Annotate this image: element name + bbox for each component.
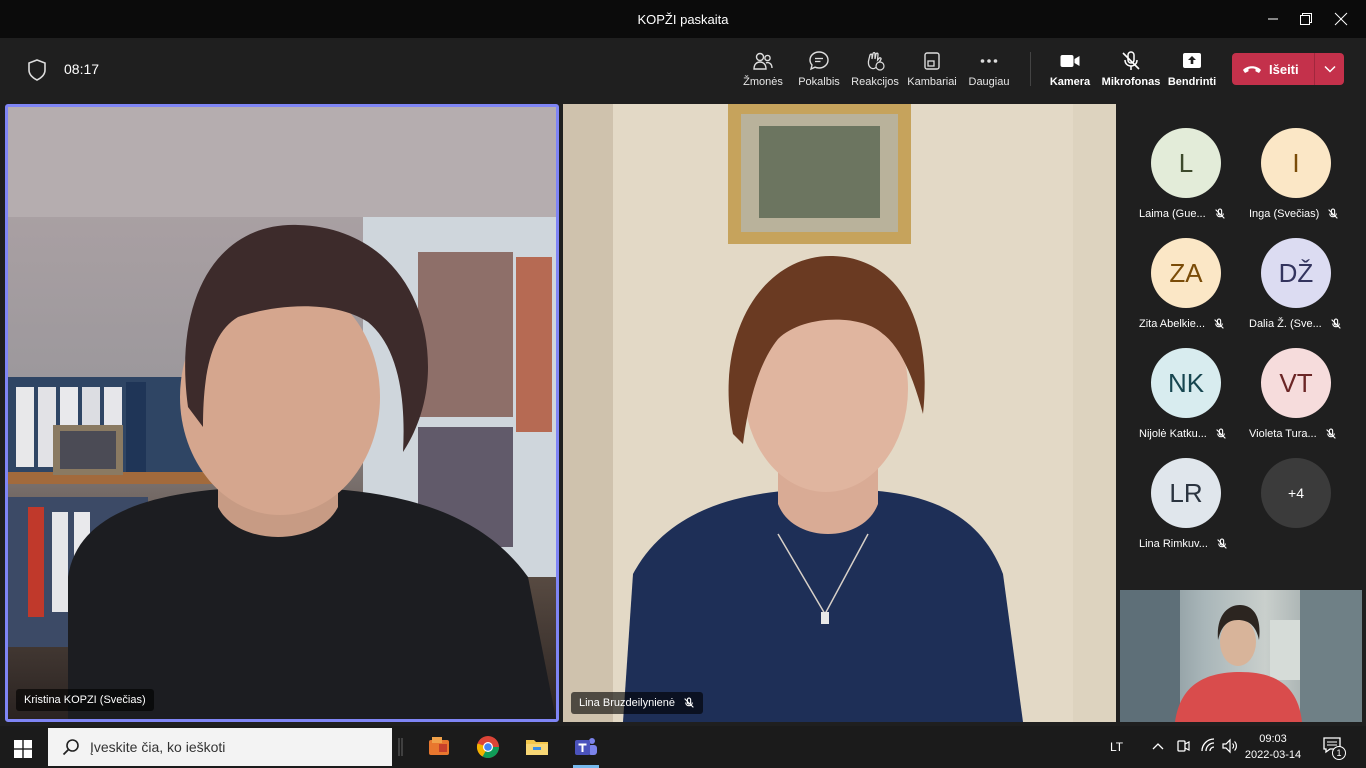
chat-button[interactable]: Pokalbis	[789, 50, 849, 88]
system-clock[interactable]: 09:03 2022-03-14	[1240, 731, 1306, 763]
phone-hangup-icon	[1243, 66, 1261, 73]
rooms-icon	[924, 52, 940, 70]
participant-video-image	[563, 104, 1116, 722]
keyboard-language[interactable]: LT	[1110, 740, 1123, 754]
close-icon	[1334, 12, 1348, 26]
notification-badge: 1	[1332, 746, 1346, 760]
chevron-up-icon[interactable]	[1152, 742, 1164, 750]
participant-tile[interactable]: VT Violeta Tura...	[1228, 324, 1338, 440]
share-label: Bendrinti	[1167, 76, 1217, 88]
close-button[interactable]	[1318, 0, 1364, 38]
participant-roster: L Laima (Gue... I Inga (Svečias) ZA Zita Abel…	[1118, 104, 1366, 588]
windows-start-icon[interactable]	[14, 740, 32, 758]
camera-button[interactable]: Kamera	[1040, 50, 1100, 88]
self-video-image	[1120, 590, 1362, 722]
more-icon	[980, 59, 998, 63]
mic-off-icon	[1122, 51, 1140, 70]
clock-date: 2022-03-14	[1244, 749, 1302, 761]
title-bar: KOPŽI paskaita	[0, 0, 1366, 38]
rooms-button[interactable]: Kambariai	[902, 50, 962, 88]
leave-options-button[interactable]	[1315, 53, 1344, 85]
mic-off-icon	[1217, 538, 1227, 549]
meeting-timer: 08:17	[64, 61, 100, 77]
restore-icon	[1300, 13, 1312, 25]
video-tile-speaker[interactable]: Kristina KOPZI (Svečias)	[5, 104, 559, 722]
more-participants-count: +4	[1261, 458, 1331, 528]
notifications-button[interactable]: 1	[1322, 736, 1346, 760]
participant-name: Kristina KOPZI (Svečias)	[24, 694, 146, 706]
file-explorer-icon[interactable]	[524, 734, 550, 760]
teams-icon[interactable]	[573, 734, 599, 760]
toolbar-divider	[1030, 52, 1031, 86]
people-button[interactable]: Žmonės	[733, 50, 793, 88]
minimize-icon	[1268, 18, 1278, 20]
mic-off-icon	[684, 697, 694, 708]
participant-tile[interactable]: LR Lina Rimkuv...	[1118, 434, 1228, 550]
participant-name: Lina Bruzdeilynienė	[579, 697, 676, 709]
chevron-down-icon	[1323, 65, 1336, 73]
share-icon	[1183, 53, 1201, 68]
camera-icon	[1060, 55, 1080, 67]
people-label: Žmonės	[743, 76, 783, 88]
presentation-app-icon[interactable]	[426, 734, 452, 760]
leave-label: Išeiti	[1269, 61, 1299, 77]
participant-avatar: DŽ	[1261, 238, 1331, 308]
wifi-icon[interactable]	[1200, 738, 1216, 754]
participant-avatar: L	[1151, 128, 1221, 198]
participant-avatar: I	[1261, 128, 1331, 198]
meeting-toolbar: 08:17 Žmonės Pokalbis Reakcijos Kambaria…	[0, 38, 1366, 101]
leave-button-group: Išeiti	[1232, 53, 1344, 85]
participant-tile[interactable]: L Laima (Gue...	[1118, 104, 1228, 220]
shield-icon[interactable]	[26, 58, 48, 82]
more-button[interactable]: Daugiau	[959, 50, 1019, 88]
chat-label: Pokalbis	[798, 76, 840, 88]
rooms-label: Kambariai	[907, 76, 957, 88]
meet-now-icon[interactable]	[1176, 738, 1190, 754]
more-label: Daugiau	[968, 76, 1010, 88]
participant-avatar: ZA	[1151, 238, 1221, 308]
search-placeholder: Įveskite čia, ko ieškoti	[90, 739, 226, 755]
leave-button[interactable]: Išeiti	[1232, 53, 1314, 85]
windows-taskbar: Įveskite čia, ko ieškoti LT 09:03 2022-0…	[0, 726, 1366, 768]
task-view-grip-icon	[398, 738, 403, 756]
video-name-tag: Kristina KOPZI (Svečias)	[16, 689, 154, 711]
taskbar-search-box[interactable]: Įveskite čia, ko ieškoti	[48, 728, 392, 766]
search-icon	[62, 739, 79, 756]
participant-tile[interactable]: DŽ Dalia Ž. (Sve...	[1228, 214, 1341, 330]
more-participants-tile[interactable]: +4	[1228, 434, 1338, 544]
participant-avatar: NK	[1151, 348, 1221, 418]
people-icon	[753, 52, 773, 70]
chat-icon	[809, 51, 829, 71]
microphone-button[interactable]: Mikrofonas	[1101, 50, 1161, 88]
video-tile-participant[interactable]: Lina Bruzdeilynienė	[563, 104, 1116, 722]
video-name-tag: Lina Bruzdeilynienė	[571, 692, 704, 714]
volume-icon[interactable]	[1222, 738, 1238, 754]
window-title: KOPŽI paskaita	[637, 11, 729, 27]
reactions-button[interactable]: Reakcijos	[845, 50, 905, 88]
participant-name-row: Lina Rimkuv...	[1139, 538, 1228, 550]
microphone-label: Mikrofonas	[1101, 76, 1161, 88]
participant-tile[interactable]: NK Nijolė Katku...	[1118, 324, 1228, 440]
participant-tile[interactable]: I Inga (Svečias)	[1228, 104, 1339, 220]
participant-video-image	[8, 107, 556, 719]
participant-name: Lina Rimkuv...	[1139, 538, 1208, 550]
camera-label: Kamera	[1049, 76, 1091, 88]
reactions-icon	[867, 51, 885, 71]
participant-avatar: LR	[1151, 458, 1221, 528]
clock-time: 09:03	[1259, 733, 1287, 745]
participant-tile[interactable]: ZA Zita Abelkie...	[1118, 214, 1228, 330]
participant-avatar: VT	[1261, 348, 1331, 418]
reactions-label: Reakcijos	[851, 76, 899, 88]
chrome-icon[interactable]	[475, 734, 501, 760]
share-button[interactable]: Bendrinti	[1162, 50, 1222, 88]
self-view-video[interactable]	[1120, 590, 1362, 722]
